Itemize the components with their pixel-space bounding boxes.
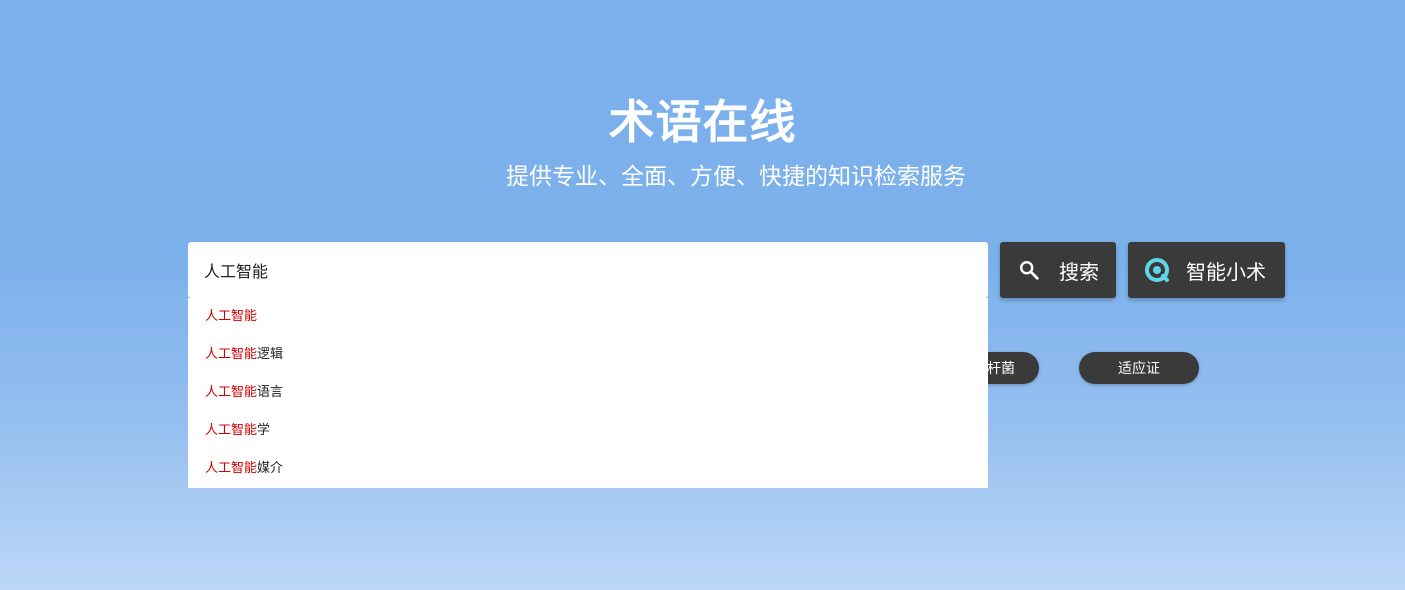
suggestion-match: 人工智能 (205, 385, 258, 400)
search-icon (1018, 259, 1040, 281)
search-button[interactable]: 搜索 (1000, 242, 1116, 298)
page-title: 术语在线 (608, 95, 797, 149)
ai-assistant-label: 智能小术 (1186, 259, 1266, 284)
suggestion-rest: 逻辑 (257, 347, 284, 362)
suggestion-item[interactable]: 人工智能学 (205, 421, 270, 441)
ai-assistant-button[interactable]: 智能小术 (1128, 242, 1285, 298)
suggestion-match: 人工智能 (205, 423, 258, 438)
search-input[interactable] (188, 242, 988, 298)
ai-assistant-icon (1143, 256, 1171, 284)
suggestion-rest: 语言 (257, 385, 284, 400)
hot-tag-label: 适应证 (1118, 361, 1160, 377)
suggestion-item[interactable]: 人工智能逻辑 (205, 345, 283, 365)
suggestion-rest: 学 (257, 423, 271, 438)
suggestion-item[interactable]: 人工智能媒介 (205, 459, 283, 479)
page-subtitle: 提供专业、全面、方便、快捷的知识检索服务 (506, 164, 966, 190)
suggestion-dropdown: 人工智能 人工智能逻辑 人工智能语言 人工智能学 人工智能媒介 (188, 298, 988, 488)
suggestion-match: 人工智能 (205, 309, 258, 324)
suggestion-rest: 媒介 (257, 461, 284, 476)
suggestion-item[interactable]: 人工智能语言 (205, 383, 283, 403)
suggestion-match: 人工智能 (205, 461, 258, 476)
suggestion-item[interactable]: 人工智能 (205, 307, 257, 327)
hot-tag-2[interactable]: 适应证 (1079, 352, 1199, 384)
hot-tag-label: 杆菌 (987, 361, 1015, 377)
search-box (188, 242, 988, 298)
search-button-label: 搜索 (1059, 259, 1099, 284)
suggestion-match: 人工智能 (205, 347, 258, 362)
